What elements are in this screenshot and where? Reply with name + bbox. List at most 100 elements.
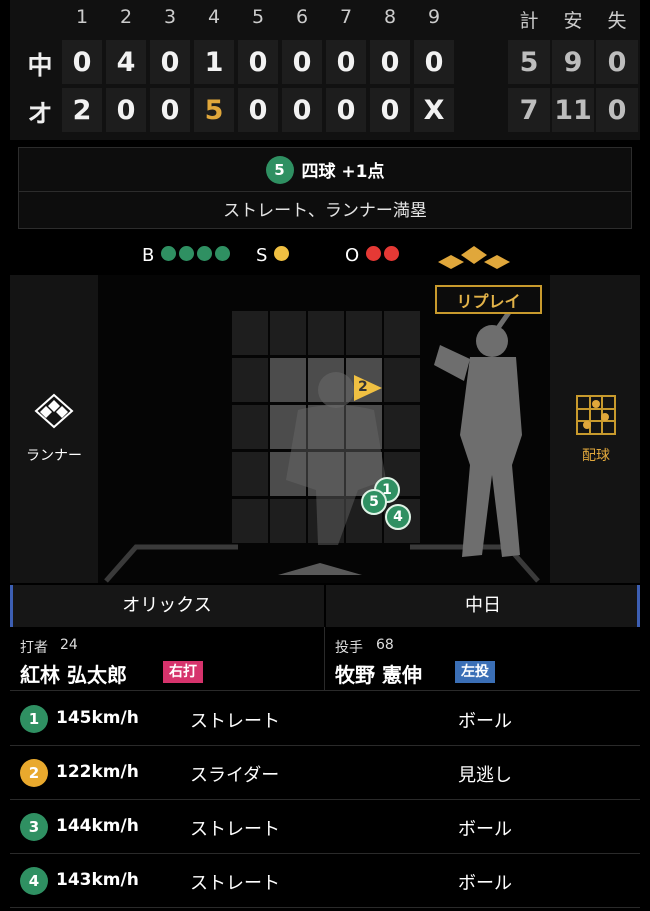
strike-count: S: [256, 240, 290, 270]
pitch-result: ボール: [458, 711, 512, 732]
replay-button[interactable]: リプレイ: [435, 285, 542, 314]
ball-dot: [215, 245, 231, 261]
inning-score: 4: [106, 40, 146, 84]
scoreboard: 123456789計安失 中 0 4 0 1 0 0 0 0 0 5 9 0 オ 2 0 0 5 0 0 0 0 X 7 11 0: [10, 0, 640, 140]
event-title: 四球 +1点: [301, 162, 385, 182]
pitch-marker-5[interactable]: 5: [361, 489, 387, 515]
inning-score: 0: [282, 88, 322, 132]
pitch-row[interactable]: 1 145km/h ストレート ボール: [10, 692, 640, 746]
inning-header: 8: [383, 6, 397, 28]
ball-count: B: [142, 240, 231, 270]
pitch-row[interactable]: 3 144km/h ストレート ボール: [10, 800, 640, 854]
event-number-badge: 5: [265, 155, 294, 184]
strike-zone-panel: 2 1 4 5: [98, 275, 550, 583]
zone-cell: [308, 311, 344, 355]
total-score: 0: [596, 40, 638, 84]
batter-role: 打者: [20, 640, 48, 656]
pitch-row[interactable]: 2 122km/h スライダー 見逃し: [10, 746, 640, 800]
out-label: O: [345, 244, 360, 266]
pitch-type: ストレート: [190, 711, 280, 732]
team-tab-left[interactable]: オリックス: [10, 585, 324, 627]
strike-dots: [271, 245, 290, 266]
pitcher-role: 投手: [335, 640, 363, 656]
inning-score: 0: [414, 40, 454, 84]
team-abbr: オ: [27, 99, 53, 128]
pitcher-number: 68: [376, 637, 394, 653]
ball-label: B: [142, 244, 155, 266]
inning-score: 0: [326, 88, 366, 132]
pitch-marker-4[interactable]: 4: [385, 504, 411, 530]
inning-header: 4: [207, 6, 221, 28]
inning-header: 9: [427, 6, 441, 28]
total-header: 安: [563, 10, 583, 32]
inning-score: 1: [194, 40, 234, 84]
zone-cell: [270, 311, 306, 355]
inning-header: 1: [75, 6, 89, 28]
runner-label: ランナー: [26, 448, 82, 464]
matchup-divider: [324, 627, 325, 691]
strike-dot: [274, 245, 290, 261]
total-score: 0: [596, 88, 638, 132]
pitch-type: ストレート: [190, 873, 280, 894]
ball-dots: [158, 245, 231, 266]
inning-score: 5: [194, 88, 234, 132]
pitch-result: ボール: [458, 819, 512, 840]
pitch-speed: 145km/h: [56, 708, 139, 728]
pitcher-hand-badge: 左投: [455, 661, 495, 683]
inning-score: 0: [326, 40, 366, 84]
strike-label: S: [256, 244, 268, 266]
total-header: 計: [519, 10, 539, 32]
total-score: 9: [552, 40, 594, 84]
pitch-row[interactable]: 4 143km/h ストレート ボール: [10, 854, 640, 908]
inning-score: 0: [238, 88, 278, 132]
pitch-result: 見逃し: [458, 765, 512, 786]
team-tab-right[interactable]: 中日: [326, 585, 640, 627]
pitch-view: 2 1 4 5 ランナー 配球: [10, 275, 640, 583]
inning-score: 0: [238, 40, 278, 84]
out-dots: [363, 245, 400, 266]
ball-dot: [161, 245, 177, 261]
pitch-type: ストレート: [190, 819, 280, 840]
event-description: ストレート、ランナー満塁: [223, 201, 427, 221]
pitcher-name[interactable]: 牧野 憲伸: [335, 659, 422, 688]
total-score: 5: [508, 40, 550, 84]
pitch-speed: 122km/h: [56, 762, 139, 782]
ball-dot: [197, 245, 213, 261]
bases-diamond-icon: [438, 246, 510, 269]
inning-score: 0: [150, 88, 190, 132]
batter-hand-badge: 右打: [163, 661, 203, 683]
right-team-accent: [637, 585, 640, 627]
zone-cell: [384, 311, 420, 355]
ball-dot: [179, 245, 195, 261]
zone-cell: [346, 311, 382, 355]
teams-bar: オリックス 中日: [10, 585, 640, 627]
pitch-number-badge: 2: [20, 759, 48, 787]
inning-score: 0: [150, 40, 190, 84]
pitch-type: スライダー: [190, 765, 280, 786]
inning-score: 0: [282, 40, 322, 84]
pitch-marker-2-label: 2: [358, 379, 368, 395]
runner-button[interactable]: ランナー: [14, 393, 94, 464]
total-header: 失: [607, 10, 627, 32]
inning-score: 0: [370, 40, 410, 84]
pitch-marker-2[interactable]: 2: [353, 374, 383, 402]
runner-diamond-icon: [34, 393, 74, 429]
batter-number: 24: [60, 637, 78, 653]
pitch-chart-button[interactable]: 配球: [556, 393, 636, 464]
inning-header: 5: [251, 6, 265, 28]
batter-silhouette-icon: [434, 288, 527, 557]
play-event-box: 5 四球 +1点 ストレート、ランナー満塁: [18, 147, 632, 229]
pitch-speed: 143km/h: [56, 870, 139, 890]
inning-header: 7: [339, 6, 353, 28]
inning-score: 0: [106, 88, 146, 132]
pitch-number-badge: 3: [20, 813, 48, 841]
inning-header: 6: [295, 6, 309, 28]
pitch-speed: 144km/h: [56, 816, 139, 836]
zone-cell: [232, 311, 268, 355]
inning-score: 0: [62, 40, 102, 84]
pitch-number-badge: 4: [20, 867, 48, 895]
pitch-chart-label: 配球: [582, 448, 610, 464]
batter-name[interactable]: 紅林 弘太郎: [20, 659, 127, 688]
inning-header: 2: [119, 6, 133, 28]
out-dot: [366, 245, 382, 261]
